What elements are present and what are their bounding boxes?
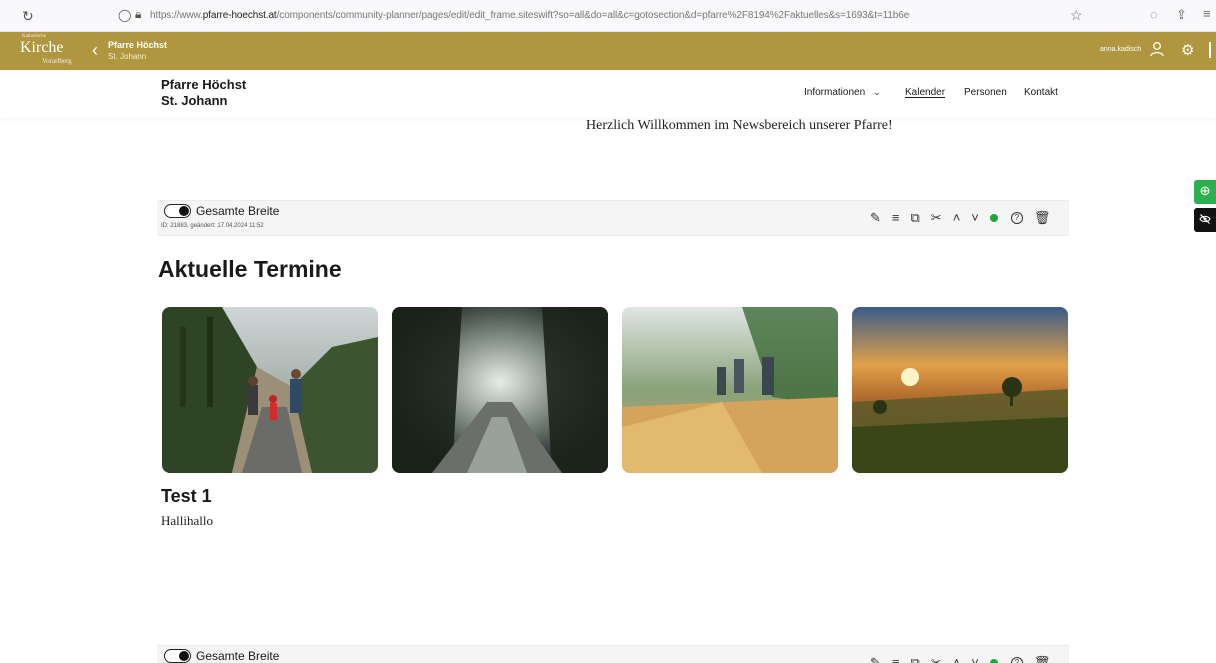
status-dot-icon[interactable] [989,659,998,663]
tracking-shield-icon[interactable]: ◯ [118,8,131,22]
url-path: /components/community-planner/pages/edit… [276,10,910,21]
section-title: Aktuelle Termine [158,256,342,282]
cms-site-name[interactable]: Pfarre Höchst [108,40,167,50]
browser-toolbar: ↻ ◯ 🔒︎ https://www.pfarre-hoechst.at/com… [0,0,1216,32]
chevron-up-icon[interactable]: ˄ [953,655,961,663]
kirche-logo[interactable]: Katholische Kirche Vorarlberg [10,34,80,68]
nav-personen[interactable]: Personen [964,87,1007,98]
nav-informationen[interactable]: Informationen ⌄ [804,87,881,98]
full-width-toggle[interactable] [164,649,191,663]
chevron-up-icon[interactable]: ˄ [953,210,961,226]
site-title[interactable]: Pfarre Höchst [161,77,246,92]
user-icon[interactable] [1149,41,1165,57]
nav-informationen-label: Informationen [804,87,866,98]
cms-site-sub: St. Johann [108,52,147,61]
event-image-meadow-walk[interactable] [622,307,838,473]
url-prefix: https://www. [150,10,203,21]
panel-edge [1209,42,1216,58]
copy-icon[interactable]: ⧉ [911,655,920,663]
hide-eye-icon[interactable] [1194,208,1216,232]
cms-top-bar: Katholische Kirche Vorarlberg ‹ Pfarre H… [0,32,1216,70]
scissors-icon[interactable]: ✂ [931,210,942,226]
pencil-icon[interactable]: ✎ [870,655,881,663]
chevron-down-icon[interactable]: ˅ [971,655,979,663]
full-width-label: Gesamte Breite [196,649,280,663]
event-text: Hallihallo [161,513,213,528]
module-tools: ✎ ≡ ⧉ ✂ ˄ ˅ ? 🗑︎ [870,210,1061,226]
menu-icon[interactable]: ≡ [1203,6,1211,21]
event-image-sunrise-landscape[interactable] [852,307,1068,473]
copy-icon[interactable]: ⧉ [911,210,920,226]
reload-icon[interactable]: ↻ [22,8,34,25]
nav-kontakt[interactable]: Kontakt [1024,87,1058,98]
event-image-misty-forest[interactable] [392,307,608,473]
help-icon[interactable]: ? [1010,657,1023,663]
module-toolbar: Gesamte Breite ✎ ≡ ⧉ ✂ ˄ ˅ ? 🗑︎ [157,645,1069,663]
gear-icon[interactable]: ⚙ [1181,41,1194,59]
list-add-icon[interactable]: ≡ [892,210,900,226]
full-width-label: Gesamte Breite [196,204,280,218]
full-width-toggle[interactable] [164,204,191,218]
back-chevron-icon[interactable]: ‹ [92,40,98,61]
brand-sub: Vorarlberg [42,57,72,65]
pocket-icon[interactable]: ◌ [1150,7,1158,22]
star-icon[interactable]: ☆ [1070,7,1083,24]
module-tools: ✎ ≡ ⧉ ✂ ˄ ˅ ? 🗑︎ [870,655,1061,663]
list-add-icon[interactable]: ≡ [892,655,900,663]
chevron-down-icon: ⌄ [873,87,881,97]
event-image-family-hike[interactable] [162,307,378,473]
pencil-icon[interactable]: ✎ [870,210,881,226]
chevron-down-icon[interactable]: ˅ [971,210,979,226]
module-toolbar: Gesamte Breite ID: 21883, geändert: 17.0… [157,200,1069,236]
share-icon[interactable]: ⇪ [1176,7,1187,23]
scissors-icon[interactable]: ✂ [931,655,942,663]
status-dot-icon[interactable] [989,214,998,222]
site-header: Pfarre Höchst St. Johann Informationen ⌄ … [0,70,1216,118]
site-subtitle[interactable]: St. Johann [161,93,227,108]
help-icon[interactable]: ? [1010,212,1023,224]
trash-icon[interactable]: 🗑︎ [1034,210,1051,226]
module-meta: ID: 21883, geändert: 17.04.2024 11:52 [161,223,264,229]
trash-icon[interactable]: 🗑︎ [1034,655,1051,663]
url-domain: pfarre-hoechst.at [202,10,277,21]
add-icon[interactable]: ⊕ [1194,180,1216,204]
nav-kalender[interactable]: Kalender [905,87,945,98]
welcome-text: Herzlich Willkommen im Newsbereich unser… [586,118,893,133]
brand-main: Kirche [20,39,64,56]
event-title[interactable]: Test 1 [161,486,212,507]
address-bar[interactable]: https://www.pfarre-hoechst.at/components… [150,10,910,21]
lock-icon[interactable]: 🔒︎ [135,7,141,22]
user-name[interactable]: anna.kadisch [1100,46,1141,53]
